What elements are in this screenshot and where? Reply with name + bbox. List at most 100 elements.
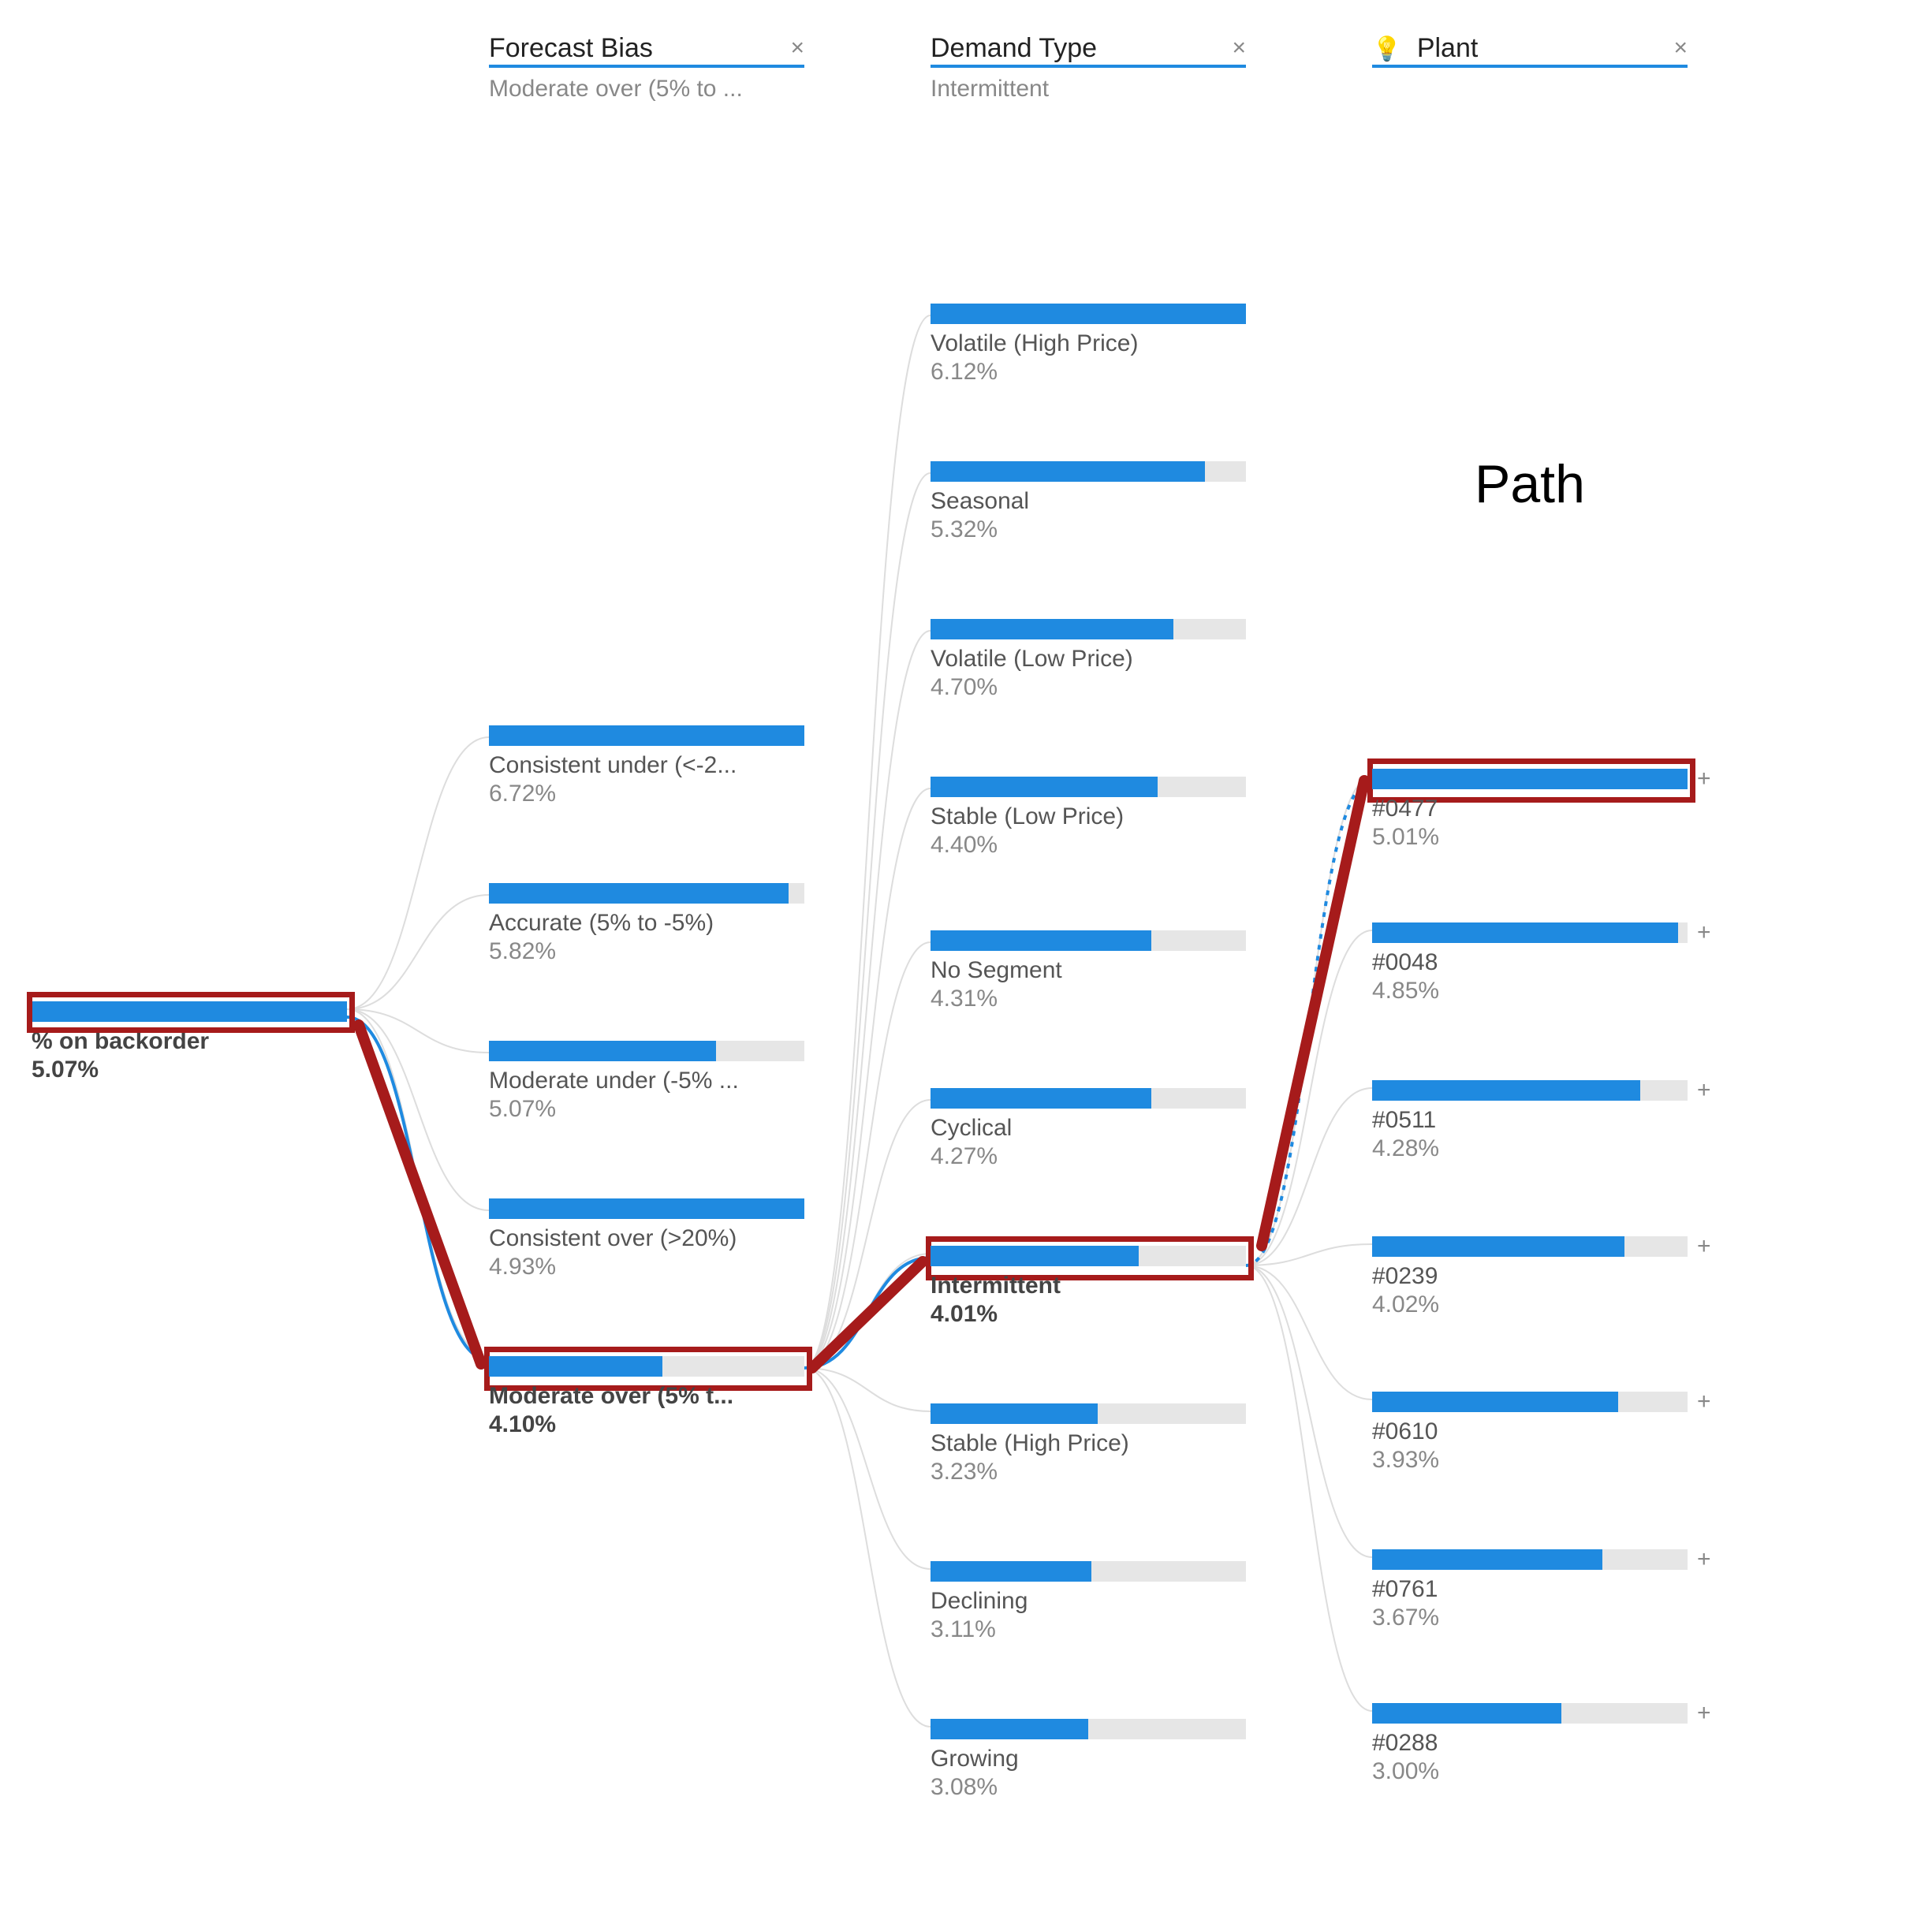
tree-node[interactable]: #02394.02% [1372,1236,1688,1318]
header-title: Demand Type [931,33,1097,64]
bar [1372,1236,1688,1257]
node-value: 3.11% [931,1616,1246,1643]
tree-node[interactable]: Volatile (Low Price)4.70% [931,619,1246,701]
node-label: Consistent over (>20%) [489,1225,804,1252]
header-demand-type: Demand Type × Intermittent [931,32,1246,102]
node-label: Intermittent [931,1273,1246,1299]
node-label: #0477 [1372,796,1688,822]
bar [1372,769,1688,789]
node-label: #0610 [1372,1418,1688,1445]
node-value: 3.93% [1372,1447,1688,1474]
bar [931,1719,1246,1739]
node-label: No Segment [931,957,1246,984]
tree-node[interactable]: Intermittent4.01% [931,1246,1246,1328]
tree-node[interactable]: Consistent over (>20%)4.93% [489,1198,804,1280]
node-label: Moderate under (-5% ... [489,1068,804,1094]
node-value: 4.28% [1372,1135,1688,1162]
node-value: 5.82% [489,938,804,965]
bar [489,1198,804,1219]
expand-icon[interactable]: + [1697,1233,1711,1260]
node-value: 4.93% [489,1254,804,1280]
bar [931,619,1246,639]
tree-node[interactable]: Consistent under (<-2...6.72% [489,725,804,807]
tree-node[interactable]: Accurate (5% to -5%)5.82% [489,883,804,965]
node-value: 4.85% [1372,978,1688,1004]
tree-node[interactable]: #04775.01% [1372,769,1688,851]
expand-icon[interactable]: + [1697,1700,1711,1727]
expand-icon[interactable]: + [1697,1388,1711,1415]
tree-node[interactable]: Volatile (High Price)6.12% [931,304,1246,386]
tree-node[interactable]: Stable (High Price)3.23% [931,1403,1246,1485]
header-forecast-bias: Forecast Bias × Moderate over (5% to ... [489,32,804,102]
node-label: #0288 [1372,1730,1688,1757]
node-value: 4.10% [489,1411,804,1438]
header-subtitle: Intermittent [931,68,1246,102]
bar [931,1561,1246,1582]
node-value: 3.08% [931,1774,1246,1801]
bar [931,930,1246,951]
path-annotation-label: Path [1475,453,1585,515]
bar [931,1246,1246,1266]
close-icon[interactable]: × [790,35,804,61]
expand-icon[interactable]: + [1697,919,1711,946]
node-label: Growing [931,1746,1246,1772]
node-value: 3.00% [1372,1758,1688,1785]
node-value: 4.02% [1372,1291,1688,1318]
node-value: 5.32% [931,516,1246,543]
bar [1372,1703,1688,1724]
tree-node[interactable]: Moderate under (-5% ...5.07% [489,1041,804,1123]
header-title: Forecast Bias [489,33,653,64]
tree-node[interactable]: Cyclical4.27% [931,1088,1246,1170]
expand-icon[interactable]: + [1697,766,1711,792]
node-label: Volatile (Low Price) [931,646,1246,673]
node-label: Stable (Low Price) [931,803,1246,830]
header-title: Plant [1417,33,1479,63]
bar [1372,1392,1688,1412]
node-label: Volatile (High Price) [931,330,1246,357]
bar [1372,1080,1688,1101]
node-label: Consistent under (<-2... [489,752,804,779]
tree-node[interactable]: Growing3.08% [931,1719,1246,1801]
tree-node[interactable]: Seasonal5.32% [931,461,1246,543]
tree-node[interactable]: #02883.00% [1372,1703,1688,1785]
tree-node[interactable]: #00484.85% [1372,922,1688,1004]
bar [931,777,1246,797]
bar [489,725,804,746]
tree-node[interactable]: #07613.67% [1372,1549,1688,1631]
node-value: 4.31% [931,986,1246,1012]
bar [489,883,804,904]
header-plant: 💡 Plant × [1372,32,1688,68]
bar [1372,922,1688,943]
node-label: #0239 [1372,1263,1688,1290]
root-node[interactable]: % on backorder 5.07% [32,1001,347,1083]
node-label: Stable (High Price) [931,1430,1246,1457]
close-icon[interactable]: × [1673,35,1688,61]
expand-icon[interactable]: + [1697,1546,1711,1573]
node-label: Accurate (5% to -5%) [489,910,804,937]
bar [931,304,1246,324]
bar [489,1356,804,1377]
node-value: 4.40% [931,832,1246,859]
node-label: Moderate over (5% t... [489,1383,804,1410]
tree-node[interactable]: No Segment4.31% [931,930,1246,1012]
node-label: Declining [931,1588,1246,1615]
header-subtitle: Moderate over (5% to ... [489,68,804,102]
tree-node[interactable]: Moderate over (5% t...4.10% [489,1356,804,1438]
node-value: 4.01% [931,1301,1246,1328]
expand-icon[interactable]: + [1697,1077,1711,1104]
node-value: 4.70% [931,674,1246,701]
tree-node[interactable]: #06103.93% [1372,1392,1688,1474]
node-label: #0048 [1372,949,1688,976]
bar [32,1001,347,1022]
bar [931,1088,1246,1109]
tree-node[interactable]: #05114.28% [1372,1080,1688,1162]
node-value: 5.07% [489,1096,804,1123]
close-icon[interactable]: × [1232,35,1246,61]
lightbulb-icon: 💡 [1372,36,1401,62]
tree-node[interactable]: Stable (Low Price)4.40% [931,777,1246,859]
bar [489,1041,804,1061]
node-value: 4.27% [931,1143,1246,1170]
node-label: % on backorder [32,1028,347,1055]
bar [931,1403,1246,1424]
tree-node[interactable]: Declining3.11% [931,1561,1246,1643]
